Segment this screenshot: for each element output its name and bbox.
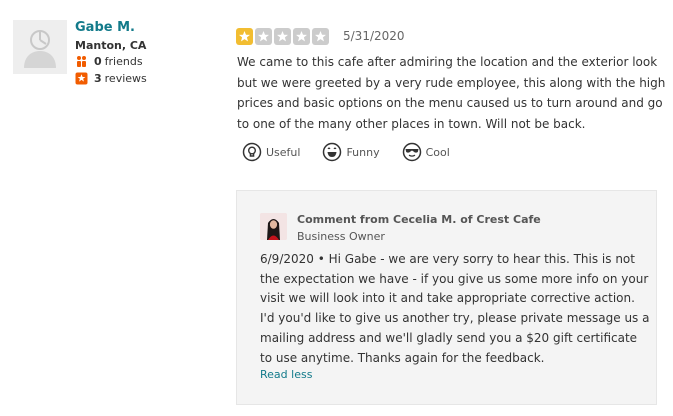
review-text: We came to this cafe after admiring the … [237, 55, 666, 131]
smile-icon [323, 142, 342, 162]
friends-label: friends [104, 55, 143, 68]
lightbulb-icon [242, 142, 262, 162]
star-empty-icon [293, 28, 310, 45]
star-filled-icon [236, 28, 253, 45]
review-star-icon [75, 72, 88, 85]
reaction-buttons: Useful Funny Cool [242, 142, 472, 162]
star-rating [236, 28, 329, 45]
reviewer-location: Manton, CA [75, 39, 147, 52]
star-empty-icon [312, 28, 329, 45]
useful-label: Useful [266, 145, 301, 159]
sunglasses-icon [402, 142, 421, 162]
useful-button[interactable]: Useful [242, 142, 300, 162]
read-less-link[interactable]: Read less [260, 368, 312, 381]
star-empty-icon [255, 28, 272, 45]
owner-comment-text: 6/9/2020 • Hi Gabe - we are very sorry t… [260, 252, 650, 365]
funny-label: Funny [346, 145, 380, 159]
owner-role: Business Owner [297, 230, 385, 243]
owner-comment-title: Comment from Cecelia M. of Crest Cafe [297, 213, 541, 226]
reviews-stat: 3 reviews [75, 72, 147, 85]
reviewer-name[interactable]: Gabe M. [75, 20, 135, 35]
funny-button[interactable]: Funny [322, 142, 380, 162]
reviews-count: 3 [94, 72, 102, 85]
review-date: 5/31/2020 [343, 29, 405, 43]
friends-icon [77, 56, 86, 67]
reviews-label: reviews [104, 72, 147, 85]
default-user-icon [13, 20, 67, 74]
star-empty-icon [274, 28, 291, 45]
cool-button[interactable]: Cool [402, 142, 450, 162]
owner-photo [260, 213, 287, 240]
reviewer-avatar[interactable] [13, 20, 67, 74]
friends-count: 0 [94, 55, 102, 68]
cool-label: Cool [425, 145, 450, 159]
friends-stat: 0 friends [75, 55, 143, 68]
owner-avatar[interactable] [260, 213, 287, 240]
